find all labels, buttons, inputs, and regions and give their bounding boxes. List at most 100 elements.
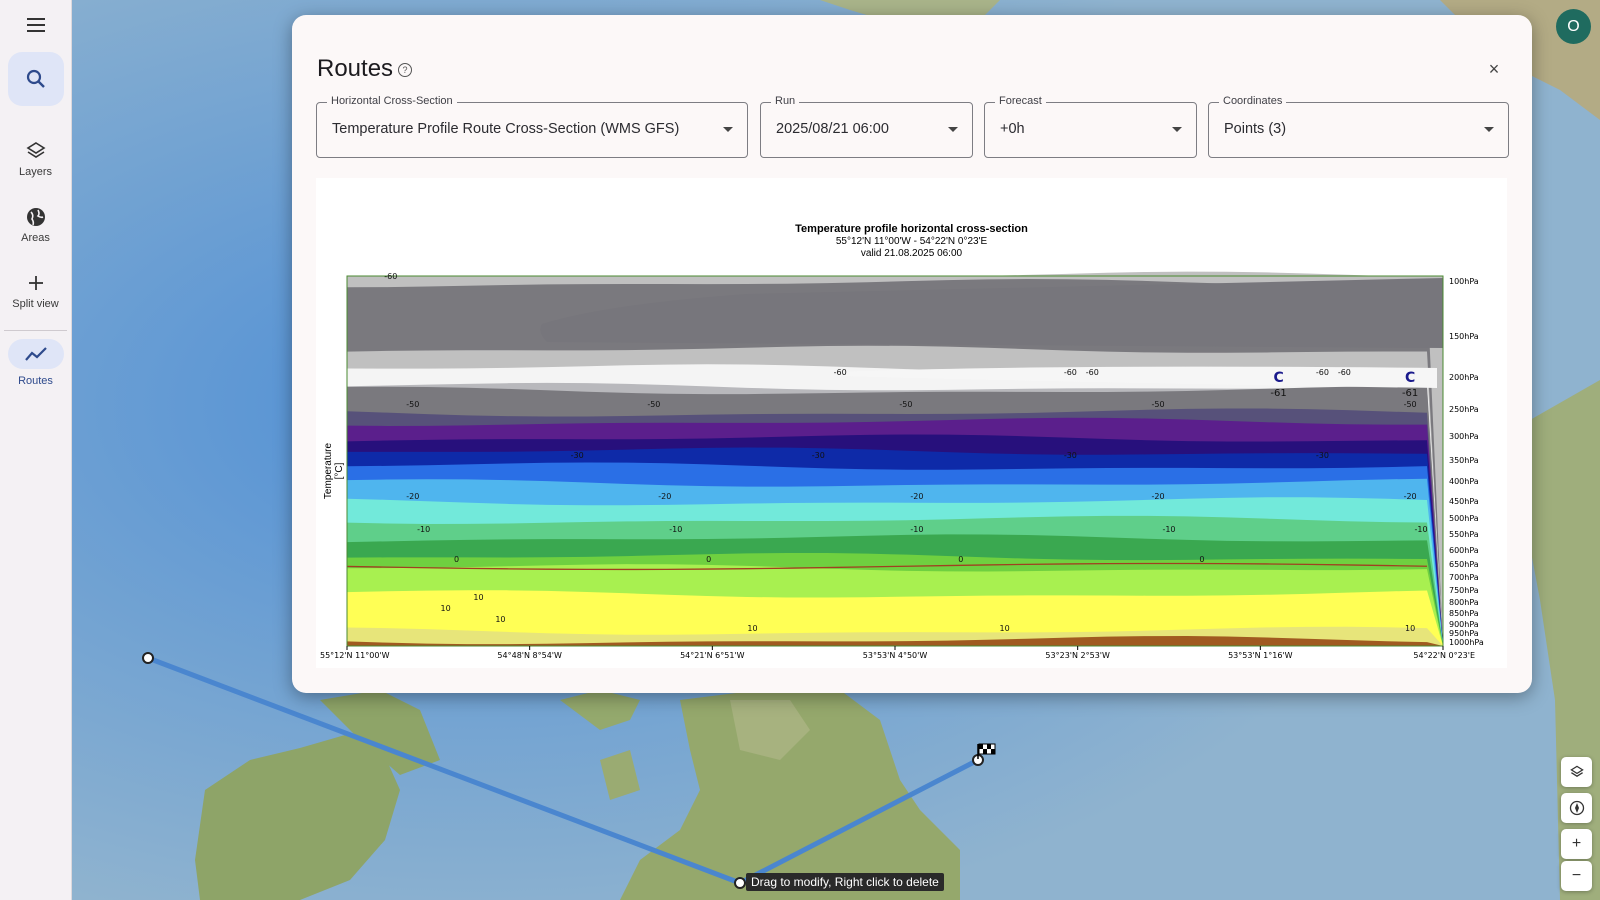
cold-center-symbol: C xyxy=(1405,370,1415,386)
contour-label: -20 xyxy=(658,492,671,501)
chart-plot: -60 -50 -50 -50 -50 -50 -60 -60 -60 -60 -60 -30 -30 -… xyxy=(320,271,1484,660)
close-button[interactable]: × xyxy=(1484,59,1504,79)
pressure-level-label: 500hPa xyxy=(1449,514,1479,523)
chevron-down-icon xyxy=(723,127,733,132)
contour-label: 0 xyxy=(706,555,711,564)
sidebar-item-label: Layers xyxy=(18,166,53,178)
compass-button[interactable] xyxy=(1561,793,1592,823)
layers-icon xyxy=(1569,765,1584,777)
contour-label: -30 xyxy=(812,451,825,460)
contour-label: -10 xyxy=(1162,525,1175,534)
contour-label: 10 xyxy=(441,604,451,613)
x-tick-label: 54°48'N 8°54'W xyxy=(497,651,562,660)
pressure-level-label: 550hPa xyxy=(1449,530,1479,539)
x-tick-label: 53°53'N 4°50'W xyxy=(863,651,928,660)
contour-label: -50 xyxy=(1404,400,1417,409)
contour-label: 10 xyxy=(473,593,483,602)
dialog-title: Routes xyxy=(317,55,394,82)
contour-label: -30 xyxy=(571,451,584,460)
x-tick-label: 54°22'N 0°23'E xyxy=(1413,651,1475,660)
coordinates-select[interactable]: Coordinates Points (3) xyxy=(1208,95,1509,158)
pressure-level-label: 800hPa xyxy=(1449,598,1479,607)
field-label: Horizontal Cross-Section xyxy=(327,95,457,107)
sidebar-item-split-view[interactable]: Split view xyxy=(0,270,71,310)
pressure-level-label: 400hPa xyxy=(1449,477,1479,486)
search-button[interactable] xyxy=(8,52,64,106)
sidebar-item-areas[interactable]: Areas xyxy=(0,204,71,244)
cold-center-value: -61 xyxy=(1402,388,1418,399)
contour-label: -10 xyxy=(669,525,682,534)
layer-switch-button[interactable] xyxy=(1561,757,1592,787)
contour-label: -20 xyxy=(910,492,923,501)
contour-label: -20 xyxy=(1404,492,1417,501)
sidebar-item-label: Areas xyxy=(21,232,50,244)
pressure-level-label: 450hPa xyxy=(1449,497,1479,506)
contour-label: -50 xyxy=(899,400,912,409)
field-value: 2025/08/21 06:00 xyxy=(776,121,889,137)
zoom-in-button[interactable]: + xyxy=(1561,829,1592,859)
contour-label: 0 xyxy=(1199,555,1204,564)
field-label: Run xyxy=(771,95,800,107)
cross-section-chart: Temperature profile horizontal cross-sec… xyxy=(316,178,1507,668)
routes-dialog: Routes ? × Horizontal Cross-Section Temp… xyxy=(292,15,1532,693)
map-tooltip: Drag to modify, Right click to delete xyxy=(746,873,944,891)
plus-icon xyxy=(28,276,43,290)
contour-label: 10 xyxy=(1405,624,1415,633)
run-select[interactable]: Run 2025/08/21 06:00 xyxy=(760,95,973,158)
sidebar-divider xyxy=(4,330,67,331)
pressure-level-label: 950hPa xyxy=(1449,629,1479,638)
x-tick-label: 53°23'N 2°53'W xyxy=(1045,651,1110,660)
finish-flag-icon xyxy=(977,743,996,759)
sidebar-item-layers[interactable]: Layers xyxy=(0,138,71,178)
pressure-level-label: 600hPa xyxy=(1449,546,1479,555)
sidebar-item-label: Routes xyxy=(18,375,53,387)
chevron-down-icon xyxy=(948,127,958,132)
zoom-out-button[interactable]: − xyxy=(1561,861,1592,891)
pressure-level-label: 100hPa xyxy=(1449,277,1479,286)
sidebar: Layers Areas Split view Routes xyxy=(0,0,72,900)
chevron-down-icon xyxy=(1172,127,1182,132)
sidebar-item-routes[interactable]: Routes xyxy=(0,339,71,387)
field-label: Forecast xyxy=(995,95,1046,107)
field-value: Points (3) xyxy=(1224,121,1287,137)
pressure-level-label: 150hPa xyxy=(1449,332,1479,341)
help-icon[interactable]: ? xyxy=(398,63,412,77)
contour-label: -20 xyxy=(406,492,419,501)
pressure-level-label: 700hPa xyxy=(1449,573,1479,582)
layers-icon xyxy=(25,142,46,158)
contour-label: -30 xyxy=(1316,451,1329,460)
contour-label: -50 xyxy=(1152,400,1165,409)
pressure-level-label: 900hPa xyxy=(1449,620,1479,629)
cross-section-select[interactable]: Horizontal Cross-Section Temperature Pro… xyxy=(316,95,748,158)
contour-label: -60 xyxy=(1316,368,1329,377)
route-chart-icon xyxy=(24,347,47,361)
pressure-level-label: 300hPa xyxy=(1449,432,1479,441)
contour-label: 0 xyxy=(958,555,963,564)
contour-label: 10 xyxy=(1000,624,1010,633)
cold-center-symbol: C xyxy=(1273,370,1283,386)
compass-icon xyxy=(1569,800,1584,816)
pressure-level-label: 350hPa xyxy=(1449,456,1479,465)
contour-label: -60 xyxy=(1086,368,1099,377)
contour-label: -20 xyxy=(1152,492,1165,501)
contour-label: -60 xyxy=(1338,368,1351,377)
forecast-select[interactable]: Forecast +0h xyxy=(984,95,1197,158)
sidebar-item-label: Split view xyxy=(12,298,59,310)
avatar[interactable]: O xyxy=(1556,9,1591,44)
pressure-level-label: 650hPa xyxy=(1449,560,1479,569)
contour-label: -30 xyxy=(1064,451,1077,460)
x-tick-label: 53°53'N 1°16'W xyxy=(1228,651,1293,660)
contour-label: 0 xyxy=(454,555,459,564)
menu-icon[interactable] xyxy=(22,14,50,38)
pressure-level-label: 1000hPa xyxy=(1449,638,1484,647)
pressure-level-label: 250hPa xyxy=(1449,405,1479,414)
field-value: Temperature Profile Route Cross-Section … xyxy=(332,121,680,137)
contour-label: -50 xyxy=(647,400,660,409)
globe-icon xyxy=(26,208,45,226)
contour-label: 10 xyxy=(495,615,505,624)
field-label: Coordinates xyxy=(1219,95,1287,107)
x-tick-label: 54°21'N 6°51'W xyxy=(680,651,745,660)
x-tick-label: 55°12'N 11°00'W xyxy=(320,651,390,660)
pressure-level-label: 200hPa xyxy=(1449,373,1479,382)
contour-label: -60 xyxy=(1064,368,1077,377)
